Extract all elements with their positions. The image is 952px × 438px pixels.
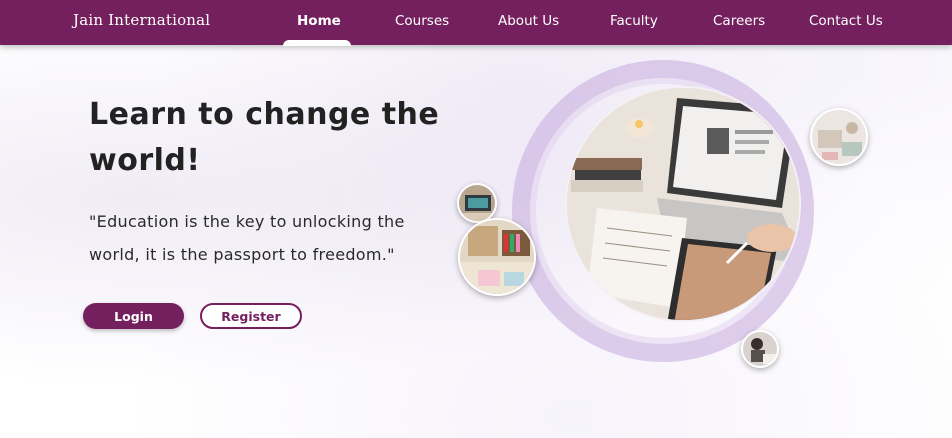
hero-quote: "Education is the key to unlocking the w… [89,212,405,264]
nav-contact-us[interactable]: Contact Us [809,13,883,29]
login-button[interactable]: Login [83,303,184,329]
active-nav-indicator [283,40,351,46]
hero-title: Learn to change the world! [89,97,440,178]
top-navbar: Jain International Home Courses About Us… [0,0,952,46]
study-desk-laptop-photo [565,86,801,322]
nav-about-us[interactable]: About Us [498,13,559,29]
register-button[interactable]: Register [200,303,302,329]
nav-faculty[interactable]: Faculty [610,13,658,29]
brand-logo[interactable]: Jain International [73,11,210,29]
nav-home[interactable]: Home [297,13,341,29]
nav-courses[interactable]: Courses [395,13,449,29]
laptop-thumbnail-photo [457,183,497,223]
bookshelf-desk-thumbnail-photo [458,218,536,296]
person-studying-thumbnail-photo [741,330,779,368]
nav-careers[interactable]: Careers [713,13,765,29]
desk-supplies-thumbnail-photo [810,108,868,166]
